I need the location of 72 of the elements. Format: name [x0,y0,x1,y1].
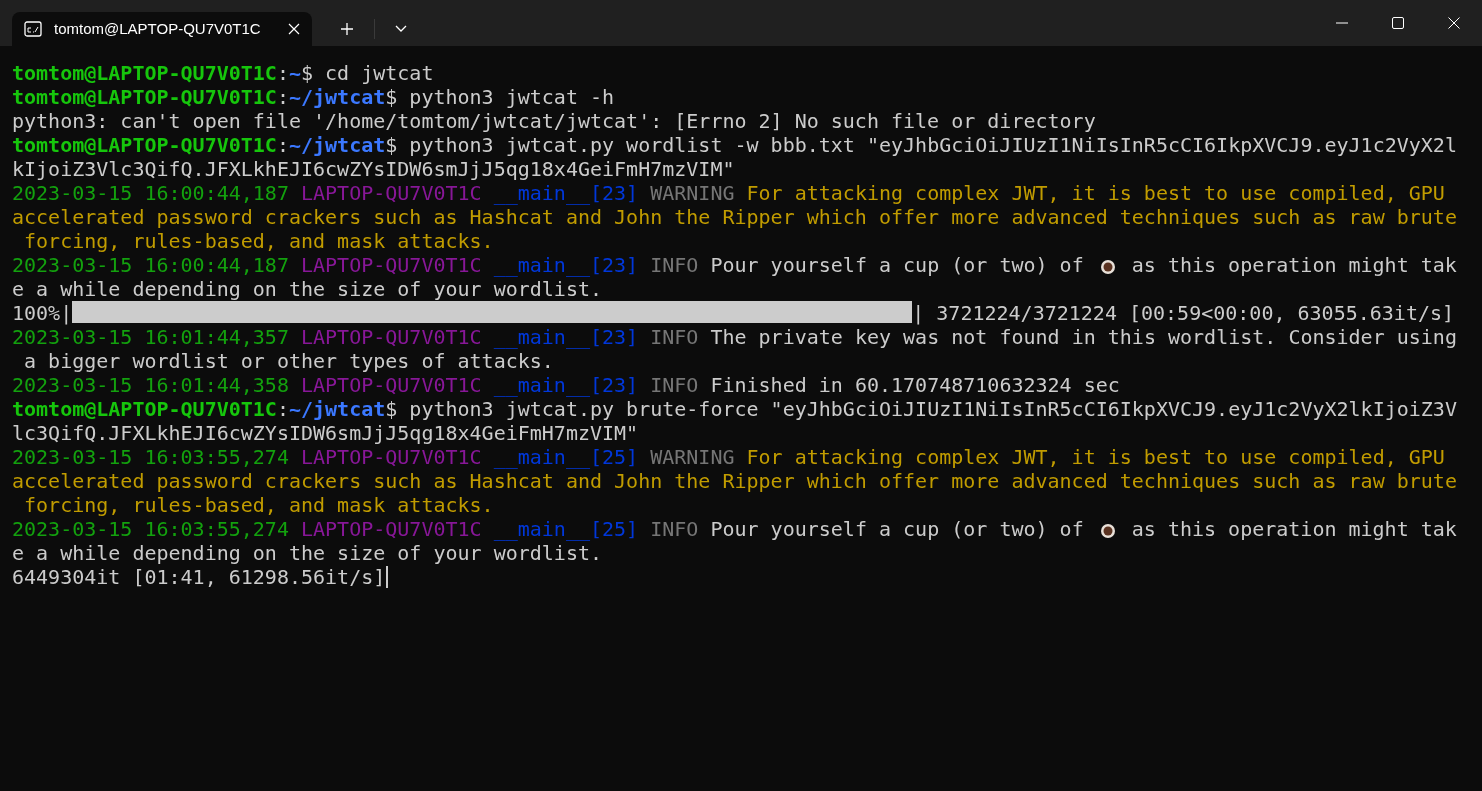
log-module: __main__[23] [493,325,640,349]
terminal-text: $ cd jwtcat [301,61,434,85]
terminal-text: 6449304it [01:41, 61298.56it/s] [12,565,386,589]
terminal-text: kIjoiZ3Vlc3QifQ.JFXLkhEJI6cwZYsIDW6smJjJ5qg18x4GeiFmH7mzVIM" [12,157,735,181]
terminal-text: : [276,133,289,157]
terminal-icon [24,21,42,37]
log-hostname: LAPTOP-QU7V0T1C [301,181,483,205]
new-tab-icon[interactable] [340,22,354,36]
log-level: INFO [650,373,700,397]
log-hostname: LAPTOP-QU7V0T1C [301,373,483,397]
warning-message: accelerated password crackers such as Hashcat and John the Ripper which offer more advanced techniques such as raw brute [12,205,1457,229]
log-timestamp: 2023-03-15 16:03:55,274 [12,445,290,469]
log-hostname: LAPTOP-QU7V0T1C [301,517,483,541]
log-module: __main__[25] [493,445,640,469]
warning-message: For attacking complex JWT, it is best to use compiled, GPU [746,181,1445,205]
close-icon[interactable] [1448,17,1460,29]
text-cursor [386,566,389,588]
log-level: INFO [650,325,700,349]
terminal-text: as this operation might tak [1130,517,1457,541]
log-timestamp: 2023-03-15 16:03:55,274 [12,517,290,541]
terminal-text: | 3721224/3721224 [00:59<00:00, 63055.63it/s] [912,301,1455,325]
terminal-text: lc3QifQ.JFXLkhEJI6cwZYsIDW6smJjJ5qg18x4GeiFmH7mzVIM" [12,421,639,445]
prompt-user: tomtom@LAPTOP-QU7V0T1C [12,85,277,109]
terminal-text: : [276,397,289,421]
log-hostname: LAPTOP-QU7V0T1C [301,253,483,277]
terminal-text: as this operation might tak [1130,253,1457,277]
log-hostname: LAPTOP-QU7V0T1C [301,445,483,469]
terminal-text: Pour yourself a cup (or two) of [710,517,1085,541]
terminal-text: 100%| [12,301,73,325]
log-level: INFO [650,517,700,541]
terminal-text: python3: can't open file '/home/tomtom/jwtcat/jwtcat': [Errno 2] No such file or directory [12,109,1096,133]
tab-title: tomtom@LAPTOP-QU7V0T1C [54,18,262,39]
prompt-path: ~/jwtcat [288,133,386,157]
terminal-text: $ python3 jwtcat.py wordlist -w bbb.txt "eyJhbGciOiJIUzI1NiIsInR5cCI6IkpXVCJ9.eyJ1c2VyX2l [385,133,1457,157]
terminal-text: Pour yourself a cup (or two) of [710,253,1085,277]
prompt-path: ~/jwtcat [288,397,386,421]
log-timestamp: 2023-03-15 16:00:44,187 [12,253,290,277]
prompt-user: tomtom@LAPTOP-QU7V0T1C [12,397,277,421]
terminal-text: The private key was not found in this wordlist. Consider using [710,325,1457,349]
warning-message: For attacking complex JWT, it is best to use compiled, GPU [746,445,1445,469]
close-icon[interactable] [288,23,300,35]
terminal-text: $ python3 jwtcat -h [385,85,615,109]
warning-message: forcing, rules-based, and mask attacks. [23,229,494,253]
maximize-icon[interactable] [1392,17,1404,29]
terminal-text: $ python3 jwtcat.py brute-force "eyJhbGciOiJIUzI1NiIsInR5cCI6IkpXVCJ9.eyJ1c2VyX2lkIjoiZ3V [385,397,1457,421]
log-timestamp: 2023-03-15 16:01:44,358 [12,373,290,397]
prompt-user: tomtom@LAPTOP-QU7V0T1C [12,61,277,85]
dropdown-caret-icon[interactable] [395,25,407,33]
warning-message: forcing, rules-based, and mask attacks. [23,493,494,517]
log-module: __main__[25] [493,517,640,541]
log-hostname: LAPTOP-QU7V0T1C [301,325,483,349]
log-level: INFO [650,253,700,277]
terminal-text: a bigger wordlist or other types of attacks. [23,349,554,373]
terminal-text: : [276,61,289,85]
log-module: __main__[23] [493,181,640,205]
prompt-path: ~ [288,61,301,85]
log-module: __main__[23] [493,373,640,397]
log-timestamp: 2023-03-15 16:00:44,187 [12,181,290,205]
terminal-text: e a while depending on the size of your wordlist. [12,541,602,565]
log-module: __main__[23] [493,253,640,277]
terminal-text: e a while depending on the size of your wordlist. [12,277,602,301]
warning-message: accelerated password crackers such as Hashcat and John the Ripper which offer more advanced techniques such as raw brute [12,469,1457,493]
terminal-text: Finished in 60.170748710632324 sec [710,373,1120,397]
log-timestamp: 2023-03-15 16:01:44,357 [12,325,290,349]
terminal-tab[interactable]: tomtom@LAPTOP-QU7V0T1C [12,12,312,46]
prompt-path: ~/jwtcat [288,85,386,109]
terminal-text: : [276,85,289,109]
log-level: WARNING [650,445,736,469]
coffee-cup-icon [1099,258,1116,275]
log-level: WARNING [650,181,736,205]
coffee-cup-icon [1099,522,1116,539]
prompt-user: tomtom@LAPTOP-QU7V0T1C [12,133,277,157]
